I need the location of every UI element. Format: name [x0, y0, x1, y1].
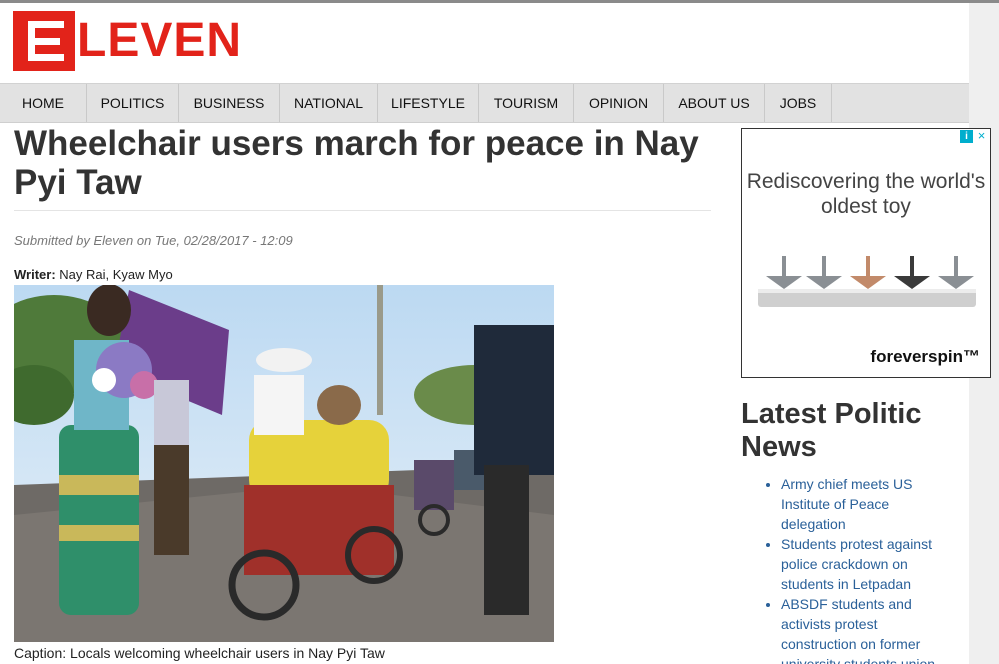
nav-politics[interactable]: POLITICS — [87, 84, 179, 122]
nav-home[interactable]: HOME — [0, 84, 87, 122]
top-rule — [0, 0, 999, 3]
writer-label: Writer: — [14, 267, 56, 282]
article-photo — [14, 285, 554, 642]
ad-brand: foreverspin™ — [870, 347, 980, 366]
ad-info-icon[interactable]: i — [960, 130, 973, 143]
nav-jobs[interactable]: JOBS — [765, 84, 832, 122]
news-link[interactable]: Army chief meets US Institute of Peace d… — [781, 476, 912, 532]
nav-national[interactable]: NATIONAL — [280, 84, 378, 122]
submitted-line: Submitted by Eleven on Tue, 02/28/2017 -… — [14, 233, 293, 248]
photo-caption: Caption: Locals welcoming wheelchair use… — [14, 645, 385, 661]
news-link[interactable]: ABSDF students and activists protest con… — [781, 596, 935, 664]
spinning-tops-image — [758, 256, 976, 307]
writer-line: Writer: Nay Rai, Kyaw Myo — [14, 267, 173, 282]
nav-about-us[interactable]: ABOUT US — [664, 84, 765, 122]
news-link[interactable]: Students protest against police crackdow… — [781, 536, 932, 592]
nav-business[interactable]: BUSINESS — [179, 84, 280, 122]
nav-tourism[interactable]: TOURISM — [479, 84, 574, 122]
logo-text: LEVEN — [77, 14, 243, 67]
title-divider — [14, 210, 711, 211]
logo-e-mark — [13, 11, 75, 71]
sidebar-title: Latest Politic News — [741, 398, 922, 463]
ad-close-icon[interactable]: × — [975, 129, 988, 143]
nav-lifestyle[interactable]: LIFESTYLE — [378, 84, 479, 122]
article-title: Wheelchair users march for peace in Nay … — [14, 124, 699, 202]
nav-opinion[interactable]: OPINION — [574, 84, 664, 122]
list-item: Students protest against police crackdow… — [781, 534, 943, 594]
ad-headline: Rediscovering the world's oldest toy — [746, 170, 986, 218]
ad-banner[interactable]: i × Rediscovering the world's oldest toy… — [741, 128, 991, 378]
list-item: ABSDF students and activists protest con… — [781, 594, 943, 664]
photo-illustration — [14, 285, 554, 642]
list-item: Army chief meets US Institute of Peace d… — [781, 474, 943, 534]
main-nav: HOME POLITICS BUSINESS NATIONAL LIFESTYL… — [0, 83, 969, 123]
latest-news-list: Army chief meets US Institute of Peace d… — [763, 474, 943, 664]
writer-names: Nay Rai, Kyaw Myo — [59, 267, 173, 282]
site-logo[interactable]: LEVEN — [13, 11, 242, 71]
